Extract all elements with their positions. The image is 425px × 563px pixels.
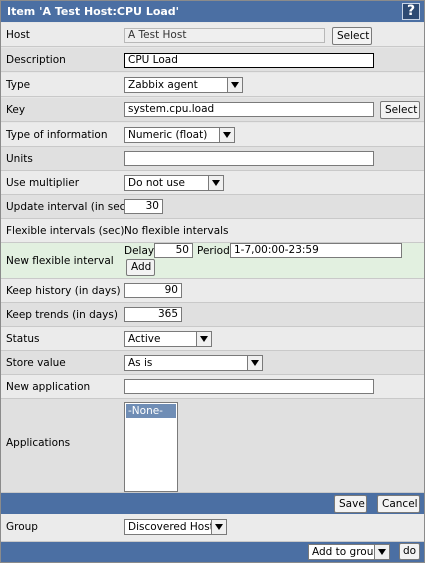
delay-input[interactable]: 50 [154, 243, 193, 258]
row-keep-history: Keep history (in days) 90 [1, 279, 424, 303]
group-action-value: Add to group [312, 546, 381, 558]
new-flex-label: New flexible interval [6, 255, 114, 267]
row-units: Units [1, 147, 424, 171]
row-update-interval: Update interval (in sec) 30 [1, 195, 424, 219]
row-new-application: New application [1, 375, 424, 399]
flex-intervals-label: Flexible intervals (sec) [6, 225, 125, 237]
multiplier-select[interactable]: Do not use [124, 175, 224, 191]
chevron-down-icon [208, 176, 223, 190]
row-status: Status Active [1, 327, 424, 351]
row-applications: Applications -None- [1, 399, 424, 493]
group-actions-bar: Add to group do [1, 542, 424, 562]
keep-history-label: Keep history (in days) [6, 285, 121, 297]
applications-listbox[interactable]: -None- [124, 402, 178, 492]
keep-trends-label: Keep trends (in days) [6, 309, 118, 321]
new-application-input[interactable] [124, 379, 374, 394]
chevron-down-icon [219, 128, 234, 142]
multiplier-label: Use multiplier [6, 177, 80, 189]
status-select[interactable]: Active [124, 331, 212, 347]
save-button[interactable]: Save [334, 495, 367, 513]
host-select-button[interactable]: Select [332, 27, 372, 45]
window-title: Item 'A Test Host:CPU Load' [7, 5, 180, 18]
new-application-label: New application [6, 381, 91, 393]
row-store-value: Store value As is [1, 351, 424, 375]
cancel-button[interactable]: Cancel [377, 495, 420, 513]
period-input[interactable]: 1-7,00:00-23:59 [230, 243, 402, 258]
form-actions-bar: Save Cancel [1, 493, 424, 514]
row-key: Key system.cpu.load Select [1, 98, 424, 122]
key-label: Key [6, 104, 26, 116]
keep-trends-input[interactable]: 365 [124, 307, 182, 322]
chevron-down-icon [247, 356, 262, 370]
multiplier-select-value: Do not use [128, 177, 185, 189]
type-info-select[interactable]: Numeric (float) [124, 127, 235, 143]
key-input[interactable]: system.cpu.load [124, 102, 374, 117]
group-select[interactable]: Discovered Hosts [124, 519, 227, 535]
type-label: Type [6, 79, 31, 91]
group-action-select[interactable]: Add to group [308, 544, 390, 560]
chevron-down-icon [374, 545, 389, 559]
row-keep-trends: Keep trends (in days) 365 [1, 303, 424, 327]
status-label: Status [6, 333, 40, 345]
row-group: Group Discovered Hosts [1, 514, 424, 542]
status-select-value: Active [128, 333, 161, 345]
chevron-down-icon [211, 520, 226, 534]
row-flexible-intervals: Flexible intervals (sec) No flexible int… [1, 219, 424, 243]
store-value-select[interactable]: As is [124, 355, 263, 371]
help-icon[interactable]: ? [402, 3, 420, 20]
applications-label: Applications [6, 437, 71, 449]
units-input[interactable] [124, 151, 374, 166]
chevron-down-icon [196, 332, 211, 346]
add-interval-button[interactable]: Add [126, 259, 155, 276]
chevron-down-icon [227, 78, 242, 92]
update-interval-input[interactable]: 30 [124, 199, 163, 214]
do-button[interactable]: do [399, 543, 420, 560]
period-label: Period [197, 245, 230, 257]
flex-intervals-value: No flexible intervals [124, 225, 229, 237]
description-label: Description [6, 54, 66, 66]
group-select-value: Discovered Hosts [128, 521, 220, 533]
window-title-bar: Item 'A Test Host:CPU Load' ? [1, 1, 424, 22]
type-info-label: Type of information [6, 129, 108, 141]
row-type: Type Zabbix agent [1, 73, 424, 97]
row-use-multiplier: Use multiplier Do not use [1, 171, 424, 195]
row-host: Host A Test Host Select [1, 23, 424, 47]
item-form-window: Item 'A Test Host:CPU Load' ? Host A Tes… [0, 0, 425, 563]
host-field: A Test Host [124, 28, 325, 43]
row-description: Description CPU Load [1, 48, 424, 72]
type-select-value: Zabbix agent [128, 79, 198, 91]
description-input[interactable]: CPU Load [124, 53, 374, 68]
type-select[interactable]: Zabbix agent [124, 77, 243, 93]
keep-history-input[interactable]: 90 [124, 283, 182, 298]
application-option[interactable]: -None- [126, 404, 176, 418]
delay-label: Delay [124, 245, 155, 257]
host-label: Host [6, 29, 30, 41]
row-new-flexible-interval: New flexible interval Delay 50 Period 1-… [1, 243, 424, 279]
row-type-of-information: Type of information Numeric (float) [1, 123, 424, 147]
group-label: Group [6, 521, 38, 533]
update-interval-label: Update interval (in sec) [6, 201, 130, 213]
units-label: Units [6, 153, 33, 165]
key-select-button[interactable]: Select [380, 101, 420, 119]
type-info-select-value: Numeric (float) [128, 129, 208, 141]
store-value-select-value: As is [128, 357, 153, 369]
store-value-label: Store value [6, 357, 66, 369]
